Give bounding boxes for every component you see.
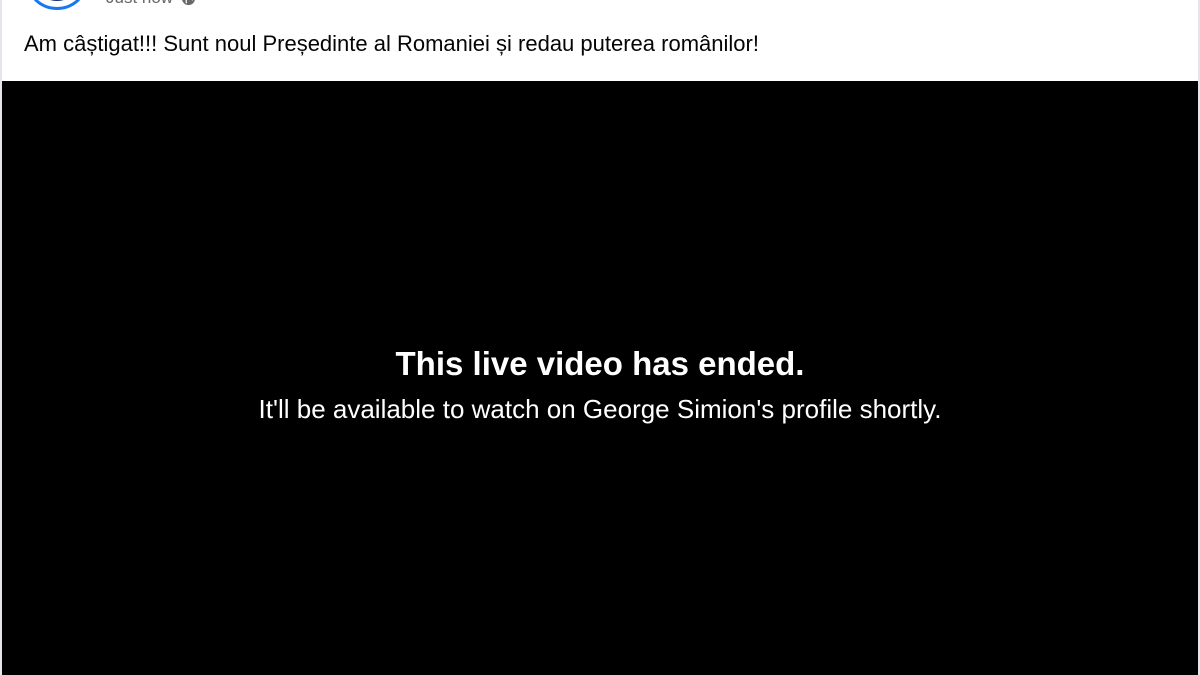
video-player[interactable]: This live video has ended. It'll be avai…	[2, 81, 1198, 675]
post-meta: Just now	[106, 0, 196, 8]
video-ended-title: This live video has ended.	[395, 345, 805, 382]
post-header: Just now	[2, 0, 1198, 22]
avatar-image	[37, 0, 77, 1]
post-card: Just now Am câștigat!!! Sunt noul Președ…	[2, 0, 1198, 675]
avatar[interactable]	[28, 0, 86, 10]
post-timestamp[interactable]: Just now	[106, 0, 173, 8]
post-text: Am câștigat!!! Sunt noul Președinte al R…	[24, 31, 759, 56]
globe-icon[interactable]	[181, 0, 196, 6]
video-ended-message: It'll be available to watch on George Si…	[258, 394, 942, 424]
